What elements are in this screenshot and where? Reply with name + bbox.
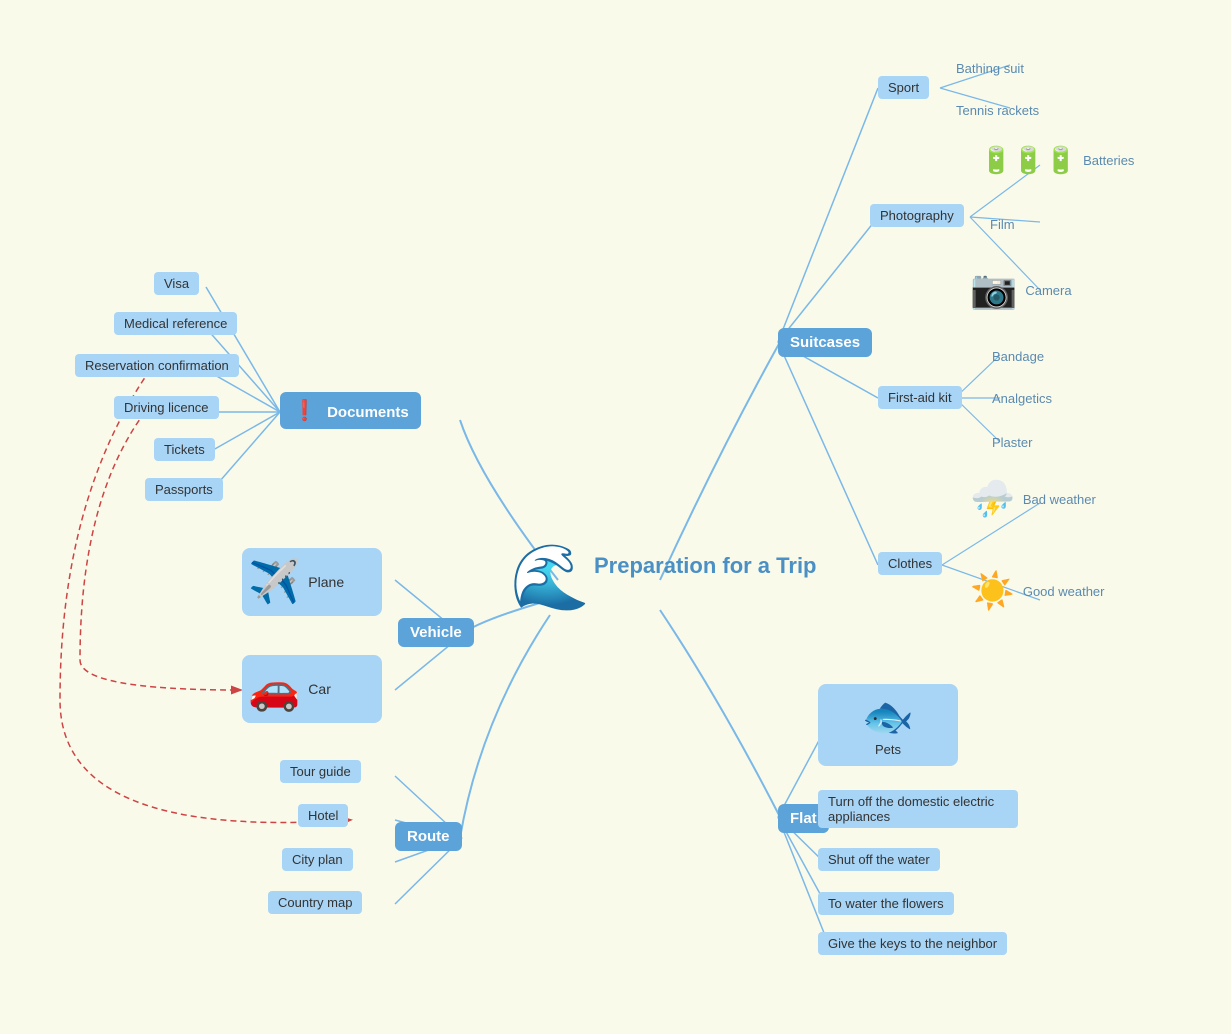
- center-wave: 🌊: [510, 540, 590, 615]
- suitcases-node: Suitcases: [778, 328, 872, 357]
- analgetics-node: Analgetics: [982, 386, 1062, 411]
- plaster-node: Plaster: [982, 430, 1042, 455]
- exclamation-icon: ❗: [292, 400, 317, 422]
- batteries-container: 🔋🔋🔋 Batteries: [980, 145, 1134, 176]
- camera-container: 📷 Camera: [970, 268, 1072, 312]
- visa-node: Visa: [154, 272, 199, 295]
- photography-node: Photography: [870, 204, 964, 227]
- hotel-node: Hotel: [298, 804, 348, 827]
- task2-node: Shut off the water: [818, 848, 940, 871]
- bad-weather-container: ⛈️ Bad weather: [970, 478, 1096, 520]
- car-container: 🚗 Car: [242, 655, 382, 723]
- plane-label: Plane: [308, 574, 344, 590]
- good-weather-container: ☀️ Good weather: [970, 570, 1105, 612]
- passports-node: Passports: [145, 478, 223, 501]
- pets-label: Pets: [875, 742, 901, 757]
- task4-node: Give the keys to the neighbor: [818, 932, 1007, 955]
- city-plan-node: City plan: [282, 848, 353, 871]
- task1-node: Turn off the domestic electric appliance…: [818, 790, 1018, 828]
- country-map-node: Country map: [268, 891, 362, 914]
- pets-container: 🐟 Pets: [818, 684, 958, 766]
- plane-container: ✈️ Plane: [242, 548, 382, 616]
- film-node: Film: [980, 212, 1025, 237]
- route-node: Route: [395, 822, 462, 851]
- bathing-suit-node: Bathing suit: [946, 56, 1034, 81]
- clothes-node: Clothes: [878, 552, 942, 575]
- bandage-node: Bandage: [982, 344, 1054, 369]
- task3-node: To water the flowers: [818, 892, 954, 915]
- firstaid-node: First-aid kit: [878, 386, 962, 409]
- medical-ref-node: Medical reference: [114, 312, 237, 335]
- batteries-label: Batteries: [1083, 153, 1134, 168]
- sport-node: Sport: [878, 76, 929, 99]
- good-weather-label: Good weather: [1023, 584, 1105, 599]
- center-title: Preparation for a Trip: [594, 552, 817, 581]
- bad-weather-label: Bad weather: [1023, 492, 1096, 507]
- car-label: Car: [308, 681, 331, 697]
- vehicle-node: Vehicle: [398, 618, 474, 647]
- documents-node: ❗ Documents: [280, 392, 421, 429]
- camera-label: Camera: [1025, 283, 1071, 298]
- reservation-node: Reservation confirmation: [75, 354, 239, 377]
- driving-licence-node: Driving licence: [114, 396, 219, 419]
- tennis-rackets-node: Tennis rackets: [946, 98, 1049, 123]
- tickets-node: Tickets: [154, 438, 215, 461]
- tour-guide-node: Tour guide: [280, 760, 361, 783]
